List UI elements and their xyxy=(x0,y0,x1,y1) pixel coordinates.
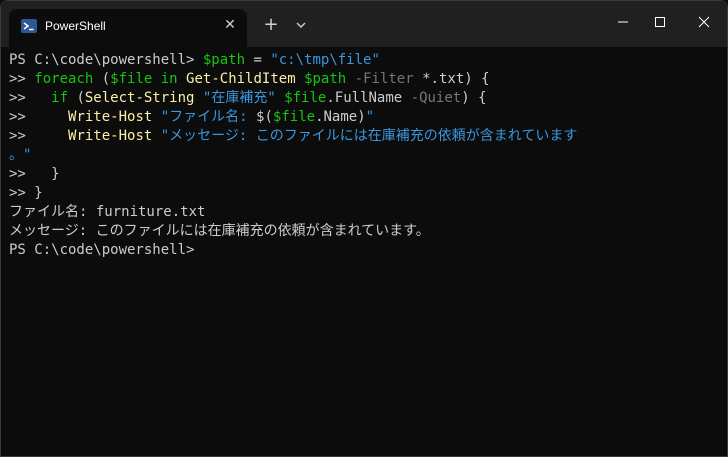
terminal-token: "メッセージ: このファイルには在庫補充の依頼が含まれています xyxy=(160,128,578,144)
terminal-token: .Name) xyxy=(315,109,366,125)
terminal-token: $file xyxy=(284,90,327,106)
terminal-token: $path xyxy=(304,71,347,87)
terminal-token: >> } xyxy=(9,166,60,182)
terminal-token: Select-String xyxy=(84,90,195,106)
terminal-output[interactable]: PS C:\code\powershell> $path = "c:\tmp\f… xyxy=(9,51,719,260)
terminal-line: ファイル名: furniture.txt xyxy=(9,203,719,222)
terminal-token: >> xyxy=(9,90,52,106)
tab-close-button[interactable]: ✕ xyxy=(221,16,239,34)
terminal-token: -Quiet xyxy=(410,90,462,106)
terminal-token: Write-Host xyxy=(68,109,153,125)
terminal-token: >> xyxy=(9,109,69,125)
terminal-token: >> } xyxy=(9,185,43,201)
new-tab-button[interactable]: + xyxy=(259,13,283,37)
terminal-token: $file xyxy=(272,109,316,125)
terminal-window: PowerShell ✕ + PS C:\code\powershell> $p… xyxy=(0,0,728,457)
terminal-line: >> } xyxy=(9,165,719,184)
terminal-token: " xyxy=(365,109,375,125)
close-icon[interactable] xyxy=(693,11,715,33)
terminal-line: >> if (Select-String "在庫補充" $file.FullNa… xyxy=(9,89,719,108)
terminal-token: = xyxy=(245,52,271,68)
terminal-token: "ファイル名: xyxy=(160,109,257,125)
terminal-token: Get-ChildItem xyxy=(186,71,296,87)
terminal-token: PS C:\code\powershell> xyxy=(9,52,203,68)
terminal-token: PS C:\code\powershell> xyxy=(9,242,195,258)
minimize-icon[interactable] xyxy=(612,11,634,33)
tab-title: PowerShell xyxy=(45,19,106,33)
terminal-token: $( xyxy=(256,109,273,125)
terminal-token: -Filter xyxy=(354,71,414,87)
chevron-down-icon[interactable] xyxy=(291,15,311,35)
terminal-token: if xyxy=(51,90,69,106)
terminal-token: >> xyxy=(9,71,35,87)
terminal-token: ファイル名: furniture.txt xyxy=(9,204,206,220)
terminal-token: *.txt) { xyxy=(413,71,490,87)
terminal-line: >> } xyxy=(9,184,719,203)
terminal-token: ( xyxy=(93,71,111,87)
terminal-line: >> foreach ($file in Get-ChildItem $path… xyxy=(9,70,719,89)
terminal-token: "在庫補充" xyxy=(202,90,276,106)
terminal-line: PS C:\code\powershell> $path = "c:\tmp\f… xyxy=(9,51,719,70)
terminal-line: PS C:\code\powershell> xyxy=(9,241,719,260)
maximize-icon[interactable] xyxy=(649,11,671,33)
terminal-token: $file xyxy=(110,71,153,87)
terminal-line: >> Write-Host "メッセージ: このファイルには在庫補充の依頼が含ま… xyxy=(9,127,719,146)
terminal-token: foreach xyxy=(34,71,94,87)
terminal-token: メッセージ: このファイルには在庫補充の依頼が含まれています。 xyxy=(9,223,430,239)
title-bar[interactable]: PowerShell ✕ + xyxy=(1,1,727,47)
terminal-token: in xyxy=(152,71,187,87)
terminal-token: ( xyxy=(68,90,85,106)
terminal-line: 。" xyxy=(9,146,719,165)
terminal-token: .FullName xyxy=(326,90,411,106)
terminal-token: 。" xyxy=(9,147,32,163)
terminal-token: ) { xyxy=(461,90,487,106)
terminal-token: "c:\tmp\file" xyxy=(270,52,380,68)
terminal-line: >> Write-Host "ファイル名: $($file.Name)" xyxy=(9,108,719,127)
terminal-token: >> xyxy=(9,128,69,144)
tab-powershell[interactable]: PowerShell ✕ xyxy=(9,9,247,47)
terminal-token: Write-Host xyxy=(68,128,153,144)
terminal-line: メッセージ: このファイルには在庫補充の依頼が含まれています。 xyxy=(9,222,719,241)
powershell-icon xyxy=(21,19,37,33)
terminal-token: $path xyxy=(202,52,246,68)
